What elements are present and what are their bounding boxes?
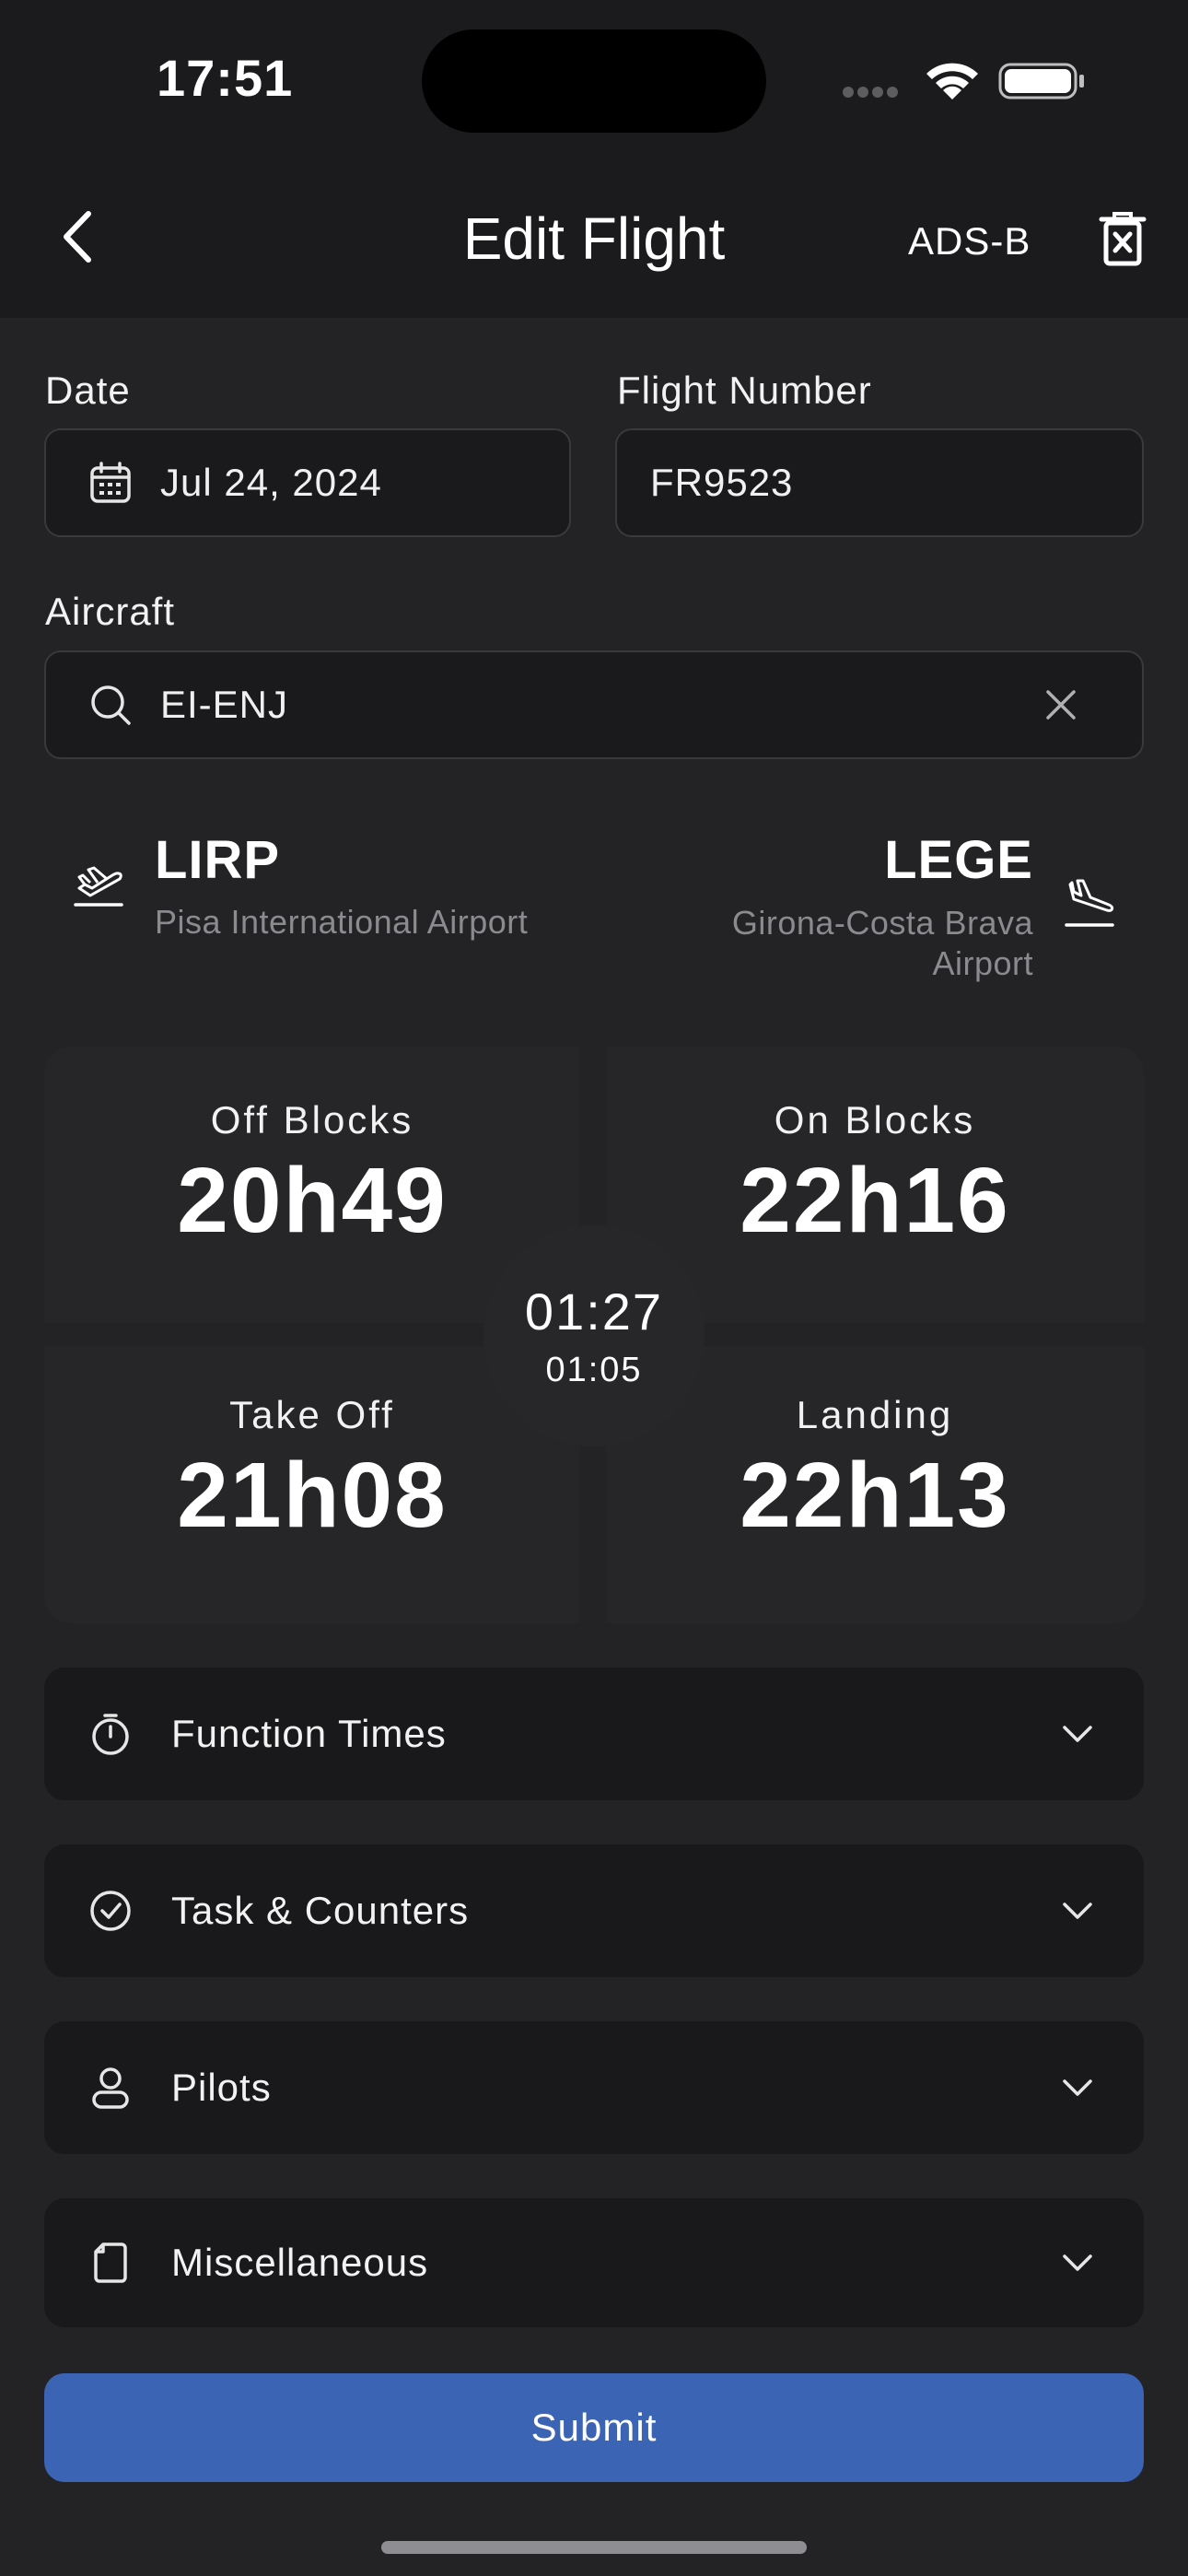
- home-indicator[interactable]: [381, 2541, 807, 2554]
- function-times-section[interactable]: Function Times: [44, 1668, 1144, 1800]
- date-field[interactable]: Jul 24, 2024: [44, 428, 571, 537]
- on-blocks-label: On Blocks: [774, 1098, 976, 1142]
- chevron-down-icon: [1063, 1903, 1092, 1919]
- battery-icon: [998, 63, 1084, 100]
- take-off-value: 21h08: [177, 1444, 448, 1547]
- off-blocks-label: Off Blocks: [210, 1098, 414, 1142]
- dynamic-island: [422, 29, 766, 133]
- date-value: Jul 24, 2024: [160, 461, 382, 504]
- function-times-label: Function Times: [171, 1712, 447, 1755]
- landing-value: 22h13: [740, 1444, 1010, 1547]
- off-blocks-value: 20h49: [177, 1149, 448, 1252]
- arrival-code: LEGE: [884, 830, 1033, 890]
- wifi-icon: [926, 63, 978, 100]
- scroll-edge: [0, 2327, 1188, 2340]
- take-off-label: Take Off: [229, 1393, 395, 1436]
- arrival-airport-name-line1: Girona-Costa Brava: [731, 904, 1033, 942]
- ads-b-button[interactable]: ADS-B: [908, 219, 1031, 263]
- landing-label: Landing: [796, 1393, 954, 1436]
- status-time: 17:51: [157, 49, 294, 107]
- miscellaneous-section[interactable]: Miscellaneous: [44, 2198, 1144, 2327]
- miscellaneous-label: Miscellaneous: [171, 2241, 429, 2284]
- pilots-label: Pilots: [171, 2066, 272, 2109]
- date-label: Date: [45, 369, 131, 412]
- flight-number-label: Flight Number: [617, 369, 872, 412]
- duration-summary: 01:27 01:05: [483, 1225, 705, 1446]
- departure-code: LIRP: [155, 830, 281, 890]
- landing-plane-icon: [1065, 879, 1114, 927]
- aircraft-label: Aircraft: [45, 590, 176, 633]
- flight-time-value: 01:05: [545, 1351, 643, 1389]
- chevron-down-icon: [1063, 2254, 1092, 2271]
- chevron-down-icon: [1063, 1726, 1092, 1742]
- delete-trash-icon[interactable]: [1096, 210, 1149, 267]
- document-icon: [94, 2242, 127, 2283]
- arrival-airport-name-line2: Airport: [932, 944, 1033, 982]
- aircraft-search-input[interactable]: EI-ENJ: [44, 650, 1144, 759]
- person-icon: [92, 2067, 129, 2109]
- flight-number-value: FR9523: [650, 461, 794, 504]
- clear-x-icon[interactable]: [1044, 688, 1077, 721]
- on-blocks-value: 22h16: [740, 1149, 1010, 1252]
- chevron-down-icon: [1063, 2079, 1092, 2096]
- takeoff-plane-icon: [74, 866, 123, 907]
- aircraft-value: EI-ENJ: [160, 683, 289, 726]
- search-icon: [91, 685, 131, 725]
- task-counters-section[interactable]: Task & Counters: [44, 1844, 1144, 1977]
- block-time-value: 01:27: [524, 1282, 664, 1341]
- check-circle-icon: [90, 1891, 131, 1931]
- submit-button[interactable]: Submit: [44, 2373, 1144, 2482]
- flight-number-input[interactable]: FR9523: [615, 428, 1144, 537]
- cellular-signal-icon: [843, 86, 903, 99]
- arrival-airport-name: Girona-Costa Brava Airport: [646, 903, 1033, 984]
- task-counters-label: Task & Counters: [171, 1889, 470, 1932]
- calendar-icon: [90, 462, 131, 503]
- pilots-section[interactable]: Pilots: [44, 2021, 1144, 2154]
- departure-airport-name: Pisa International Airport: [155, 903, 529, 941]
- stopwatch-icon: [92, 1714, 129, 1755]
